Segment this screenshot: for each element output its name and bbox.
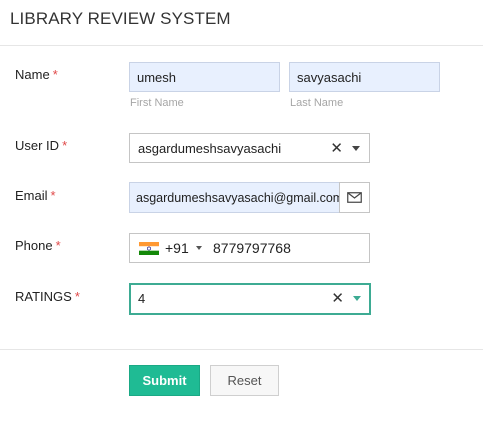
india-flag-icon[interactable]: [139, 242, 159, 255]
email-label: Email *: [15, 188, 56, 203]
envelope-icon: [347, 192, 362, 203]
country-code[interactable]: +91: [165, 240, 189, 256]
phone-label-text: Phone: [15, 238, 53, 253]
page-header: LIBRARY REVIEW SYSTEM: [0, 0, 483, 46]
page-title: LIBRARY REVIEW SYSTEM: [10, 9, 231, 28]
ratings-value: 4: [138, 291, 146, 306]
required-marker: *: [55, 238, 61, 253]
clear-icon[interactable]: ✕: [331, 289, 344, 307]
email-label-text: Email: [15, 188, 48, 203]
name-label-text: Name: [15, 67, 50, 82]
email-button[interactable]: [339, 182, 370, 213]
user-id-value: asgardumeshsavyasachi: [138, 141, 282, 156]
ratings-select[interactable]: 4 ✕: [129, 283, 371, 315]
phone-label: Phone *: [15, 238, 61, 253]
last-name-input[interactable]: savyasachi: [289, 62, 440, 92]
user-id-label-text: User ID: [15, 138, 60, 153]
required-marker: *: [50, 188, 56, 203]
name-label: Name *: [15, 67, 58, 82]
phone-number-input[interactable]: 8779797768: [213, 240, 291, 256]
last-name-sublabel: Last Name: [290, 97, 344, 109]
required-marker: *: [74, 289, 80, 304]
email-field[interactable]: asgardumeshsavyasachi@gmail.com: [129, 182, 340, 213]
required-marker: *: [52, 67, 58, 82]
user-id-select[interactable]: asgardumeshsavyasachi ✕: [129, 133, 370, 163]
first-name-input[interactable]: umesh: [129, 62, 280, 92]
required-marker: *: [62, 138, 68, 153]
clear-icon[interactable]: ✕: [330, 139, 343, 157]
divider: [0, 349, 483, 350]
chevron-down-icon[interactable]: [352, 146, 360, 151]
submit-button[interactable]: Submit: [129, 365, 200, 396]
user-id-label: User ID *: [15, 138, 67, 153]
reset-button[interactable]: Reset: [210, 365, 279, 396]
email-field-group: asgardumeshsavyasachi@gmail.com: [129, 182, 370, 213]
ratings-label: RATINGS *: [15, 289, 80, 304]
phone-field: +91 8779797768: [129, 233, 370, 263]
chevron-down-icon[interactable]: [353, 296, 361, 301]
first-name-sublabel: First Name: [130, 97, 184, 109]
country-chevron-down-icon[interactable]: [196, 246, 202, 250]
ratings-label-text: RATINGS: [15, 289, 72, 304]
